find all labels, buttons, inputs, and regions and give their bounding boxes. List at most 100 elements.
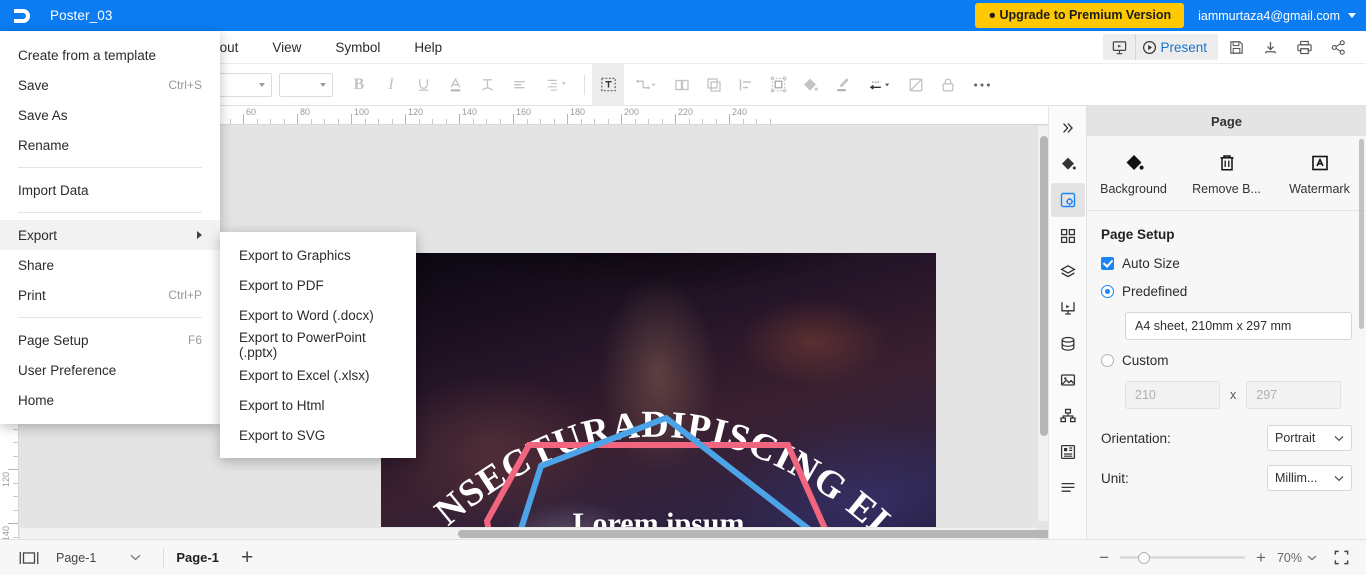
italic-icon[interactable]: I	[375, 64, 407, 106]
predefined-size-field[interactable]: A4 sheet, 210mm x 297 mm	[1125, 312, 1352, 340]
poster-artboard[interactable]: CONSECTURADIPISCING ELIT Lorem ipsum sit…	[381, 253, 936, 539]
line-spacing-icon[interactable]	[535, 64, 577, 106]
image-icon[interactable]	[1051, 363, 1085, 397]
shadow-icon[interactable]	[900, 64, 932, 106]
text-box-icon[interactable]	[592, 63, 624, 106]
download-icon[interactable]	[1254, 33, 1286, 61]
auto-size-checkbox[interactable]	[1101, 257, 1114, 270]
page-view-icon[interactable]	[12, 540, 46, 576]
custom-radio[interactable]	[1101, 354, 1114, 367]
zoom-slider[interactable]	[1120, 551, 1246, 564]
file-menu-item-print[interactable]: Print Ctrl+P	[0, 280, 220, 310]
ruler-tick-minor	[310, 119, 312, 124]
group-icon[interactable]	[666, 64, 698, 106]
file-menu-item-save[interactable]: Save Ctrl+S	[0, 70, 220, 100]
ruler-label: 200	[624, 107, 640, 117]
menu-help[interactable]: Help	[397, 31, 459, 64]
unit-dropdown[interactable]: Millim...	[1267, 465, 1352, 491]
zoom-out-button[interactable]: −	[1099, 549, 1109, 566]
print-icon[interactable]	[1288, 33, 1320, 61]
save-icon[interactable]	[1220, 33, 1252, 61]
export-item-export-to-svg[interactable]: Export to SVG	[220, 420, 416, 450]
align-left-icon[interactable]	[503, 64, 535, 106]
scrollbar-thumb[interactable]	[1040, 136, 1048, 436]
connector-icon[interactable]	[624, 64, 666, 106]
file-menu-item-export[interactable]: Export	[0, 220, 220, 250]
zoom-slider-thumb[interactable]	[1138, 551, 1151, 564]
predefined-radio[interactable]	[1101, 285, 1114, 298]
predefined-row[interactable]: Predefined	[1101, 284, 1352, 299]
brush-icon[interactable]	[826, 64, 858, 106]
font-size-select[interactable]	[279, 72, 333, 97]
org-chart-icon[interactable]	[1051, 399, 1085, 433]
file-menu-item-import-data[interactable]: Import Data	[0, 175, 220, 205]
custom-row[interactable]: Custom	[1101, 353, 1352, 368]
account-menu[interactable]: iammurtaza4@gmail.com	[1198, 9, 1356, 23]
auto-size-row[interactable]: Auto Size	[1101, 256, 1352, 271]
file-menu-item-save-as[interactable]: Save As	[0, 100, 220, 130]
file-menu-dropdown[interactable]: Create from a template Save Ctrl+S Save As R…	[0, 31, 220, 424]
export-item-export-to-powerpoint-pptx[interactable]: Export to PowerPoint (.pptx)	[220, 330, 416, 360]
slideshow-icon[interactable]	[1103, 34, 1135, 60]
duplicate-icon[interactable]	[698, 64, 730, 106]
line-style-icon[interactable]	[858, 64, 900, 106]
template-icon[interactable]	[1051, 435, 1085, 469]
export-submenu[interactable]: Export to Graphics Export to PDF Export to…	[220, 232, 416, 458]
ruler-label: 180	[570, 107, 586, 117]
bold-icon[interactable]: B	[343, 64, 375, 106]
export-item-export-to-word-docx[interactable]: Export to Word (.docx)	[220, 300, 416, 330]
file-menu-item-home[interactable]: Home	[0, 385, 220, 415]
remove-background-button[interactable]: Remove B...	[1180, 152, 1273, 196]
text-curve-icon[interactable]	[471, 64, 503, 106]
page-tab-page-1[interactable]: Page-1	[176, 550, 219, 565]
menu-divider	[18, 317, 202, 318]
font-color-icon[interactable]	[439, 64, 471, 106]
add-page-button[interactable]: +	[241, 547, 253, 568]
more-icon[interactable]	[964, 64, 1000, 106]
export-item-export-to-pdf[interactable]: Export to PDF	[220, 270, 416, 300]
list-icon[interactable]	[1051, 471, 1085, 505]
menu-symbol[interactable]: Symbol	[318, 31, 397, 64]
orientation-dropdown[interactable]: Portrait	[1267, 425, 1352, 451]
expand-right-icon[interactable]	[1051, 111, 1085, 145]
panel-scrollbar[interactable]	[1359, 139, 1364, 329]
export-item-export-to-html[interactable]: Export to Html	[220, 390, 416, 420]
present-button[interactable]: Present	[1135, 34, 1218, 60]
share-icon[interactable]	[1322, 33, 1354, 61]
symbols-grid-icon[interactable]	[1051, 219, 1085, 253]
page-selector[interactable]: Page-1	[46, 551, 151, 565]
zoom-level[interactable]: 70%	[1277, 551, 1317, 565]
custom-width-input[interactable]: 210	[1125, 381, 1220, 409]
page-settings-icon[interactable]	[1050, 183, 1085, 217]
canvas-horizontal-scrollbar[interactable]	[20, 527, 1048, 539]
watermark-button[interactable]: Watermark	[1273, 152, 1366, 196]
underline-icon[interactable]	[407, 64, 439, 106]
fill-bucket-icon[interactable]	[1051, 147, 1085, 181]
fill-icon[interactable]	[794, 64, 826, 106]
file-menu-item-page-setup[interactable]: Page Setup F6	[0, 325, 220, 355]
custom-height-input[interactable]: 297	[1246, 381, 1342, 409]
canvas-vertical-scrollbar[interactable]	[1037, 126, 1048, 521]
menu-item-label: Page Setup	[18, 332, 89, 348]
background-button[interactable]: Background	[1087, 152, 1180, 196]
upgrade-premium-button[interactable]: ● Upgrade to Premium Version	[975, 3, 1185, 28]
presentation-icon[interactable]	[1051, 291, 1085, 325]
export-item-export-to-excel-xlsx[interactable]: Export to Excel (.xlsx)	[220, 360, 416, 390]
scrollbar-thumb[interactable]	[458, 530, 1048, 538]
layers-icon[interactable]	[1051, 255, 1085, 289]
file-menu-item-create-from-a-template[interactable]: Create from a template	[0, 40, 220, 70]
align-objects-icon[interactable]	[730, 64, 762, 106]
select-area-icon[interactable]	[762, 64, 794, 106]
database-icon[interactable]	[1051, 327, 1085, 361]
export-item-export-to-graphics[interactable]: Export to Graphics	[220, 240, 416, 270]
fit-screen-icon[interactable]	[1328, 540, 1354, 576]
chevron-down-icon	[320, 82, 326, 87]
file-menu-item-rename[interactable]: Rename	[0, 130, 220, 160]
menubar-actions: Present	[1103, 33, 1366, 61]
ruler-tick-minor	[337, 119, 339, 124]
file-menu-item-share[interactable]: Share	[0, 250, 220, 280]
lock-icon[interactable]	[932, 64, 964, 106]
file-menu-item-user-preference[interactable]: User Preference	[0, 355, 220, 385]
menu-view[interactable]: View	[255, 31, 318, 64]
zoom-in-button[interactable]: +	[1256, 549, 1266, 566]
